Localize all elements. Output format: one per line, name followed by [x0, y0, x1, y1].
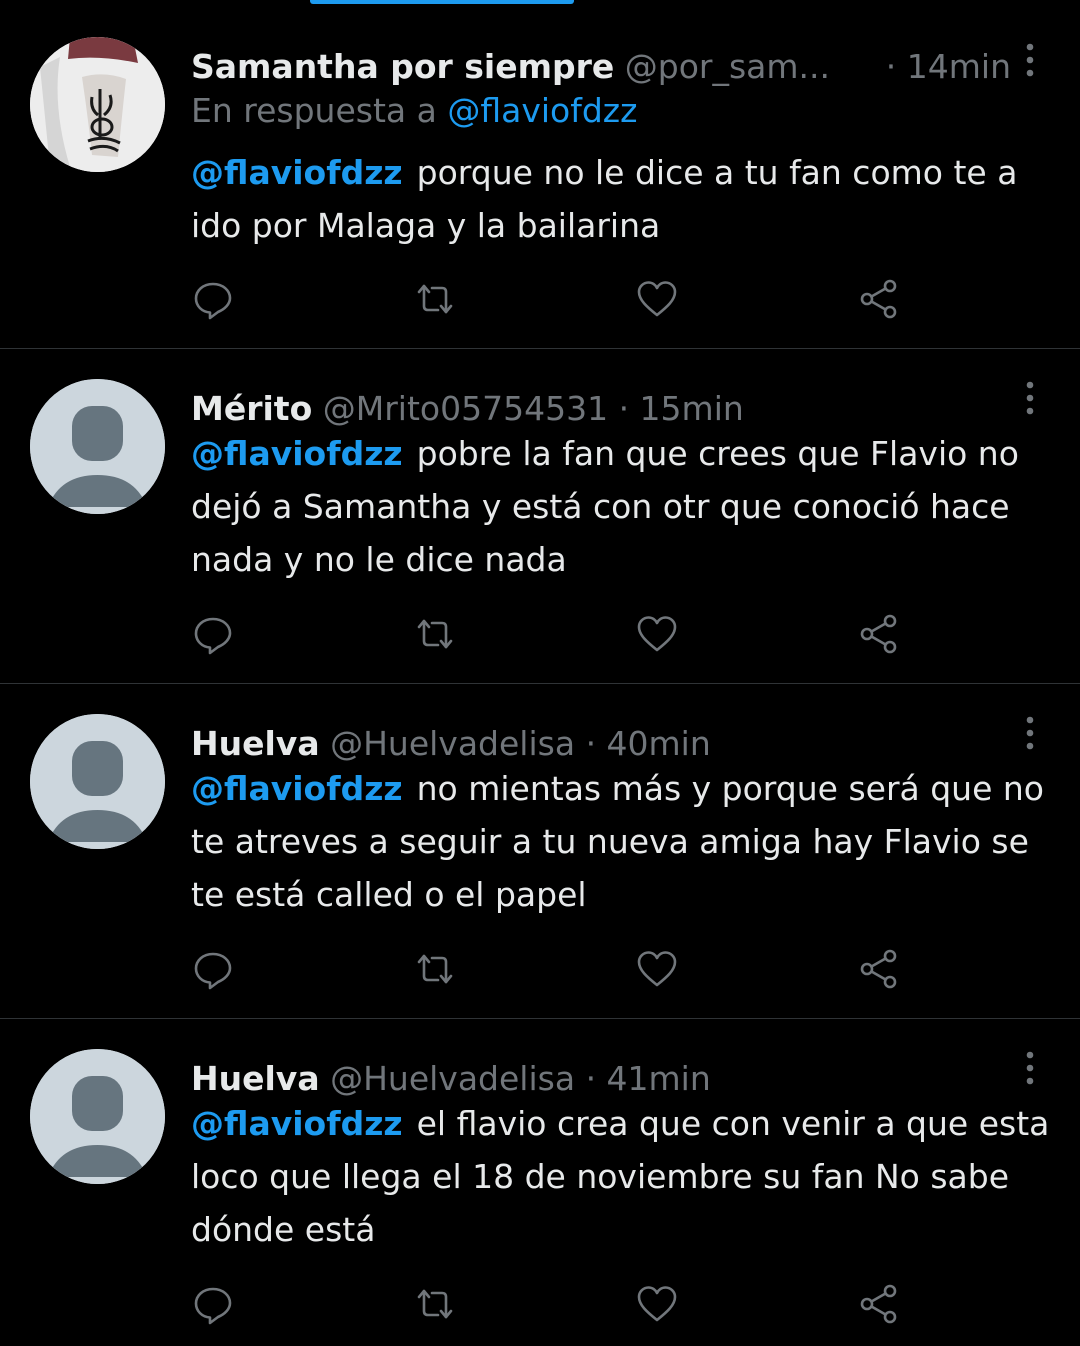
reply-icon[interactable] [191, 612, 235, 656]
user-handle[interactable]: @Huelvadelisa [330, 724, 575, 763]
reply-icon[interactable] [191, 947, 235, 991]
share-icon[interactable] [857, 1282, 901, 1326]
avatar[interactable] [30, 714, 165, 849]
timestamp[interactable]: · 15min [619, 389, 744, 428]
more-icon[interactable] [1017, 41, 1043, 91]
more-icon[interactable] [1017, 714, 1043, 764]
tweet-text: @flaviofdzz porque no le dice a tu fan co… [191, 146, 1051, 252]
display-name[interactable]: Samantha por siempre [191, 47, 614, 86]
like-icon[interactable] [635, 1282, 679, 1326]
action-bar [191, 1282, 911, 1326]
reply-context: En respuesta a @flaviofdzz [191, 86, 637, 136]
retweet-icon[interactable] [413, 612, 457, 656]
avatar[interactable] [30, 379, 165, 514]
default-avatar-icon [30, 379, 165, 514]
divider [0, 683, 1080, 684]
mention-link[interactable]: @flaviofdzz [191, 434, 403, 473]
timestamp[interactable]: · 14min [877, 37, 1011, 97]
display-name[interactable]: Huelva [191, 1059, 320, 1098]
timestamp[interactable]: · 40min [586, 724, 711, 763]
avatar[interactable] [30, 1049, 165, 1184]
divider [0, 1018, 1080, 1019]
display-name[interactable]: Mérito [191, 389, 312, 428]
tweet[interactable]: Huelva @Huelvadelisa · 40min @flaviofdzz… [0, 714, 1080, 1004]
tweet-text: @flaviofdzz no mientas más y porque será … [191, 762, 1051, 921]
user-handle[interactable]: @Mrito05754531 [323, 389, 608, 428]
reply-icon[interactable] [191, 277, 235, 321]
tweet[interactable]: Samantha por siempre @por_sam... · 14min… [0, 37, 1080, 322]
avatar[interactable] [30, 37, 165, 172]
retweet-icon[interactable] [413, 947, 457, 991]
reply-prefix: En respuesta a [191, 91, 437, 130]
retweet-icon[interactable] [413, 277, 457, 321]
share-icon[interactable] [857, 612, 901, 656]
action-bar [191, 612, 911, 656]
action-bar [191, 277, 911, 321]
mention-link[interactable]: @flaviofdzz [191, 1104, 403, 1143]
like-icon[interactable] [635, 612, 679, 656]
user-handle[interactable]: @por_sam... [625, 47, 830, 86]
reply-icon[interactable] [191, 1282, 235, 1326]
tweet[interactable]: Huelva @Huelvadelisa · 41min @flaviofdzz… [0, 1049, 1080, 1339]
tattoo-photo-avatar [30, 37, 165, 172]
divider [0, 348, 1080, 349]
timestamp[interactable]: · 41min [586, 1059, 711, 1098]
like-icon[interactable] [635, 277, 679, 321]
like-icon[interactable] [635, 947, 679, 991]
action-bar [191, 947, 911, 991]
active-tab-indicator [310, 0, 574, 4]
default-avatar-icon [30, 1049, 165, 1184]
mention-link[interactable]: @flaviofdzz [191, 153, 403, 192]
more-icon[interactable] [1017, 1049, 1043, 1099]
user-handle[interactable]: @Huelvadelisa [330, 1059, 575, 1098]
share-icon[interactable] [857, 277, 901, 321]
default-avatar-icon [30, 714, 165, 849]
tweet-text: @flaviofdzz pobre la fan que crees que Fl… [191, 427, 1051, 586]
retweet-icon[interactable] [413, 1282, 457, 1326]
mention-link[interactable]: @flaviofdzz [191, 769, 403, 808]
reply-handle-link[interactable]: @flaviofdzz [447, 91, 637, 130]
tweet-text: @flaviofdzz el flavio crea que con venir … [191, 1097, 1051, 1256]
tweet[interactable]: Mérito @Mrito05754531 · 15min @flaviofdz… [0, 379, 1080, 669]
more-icon[interactable] [1017, 379, 1043, 429]
share-icon[interactable] [857, 947, 901, 991]
display-name[interactable]: Huelva [191, 724, 320, 763]
